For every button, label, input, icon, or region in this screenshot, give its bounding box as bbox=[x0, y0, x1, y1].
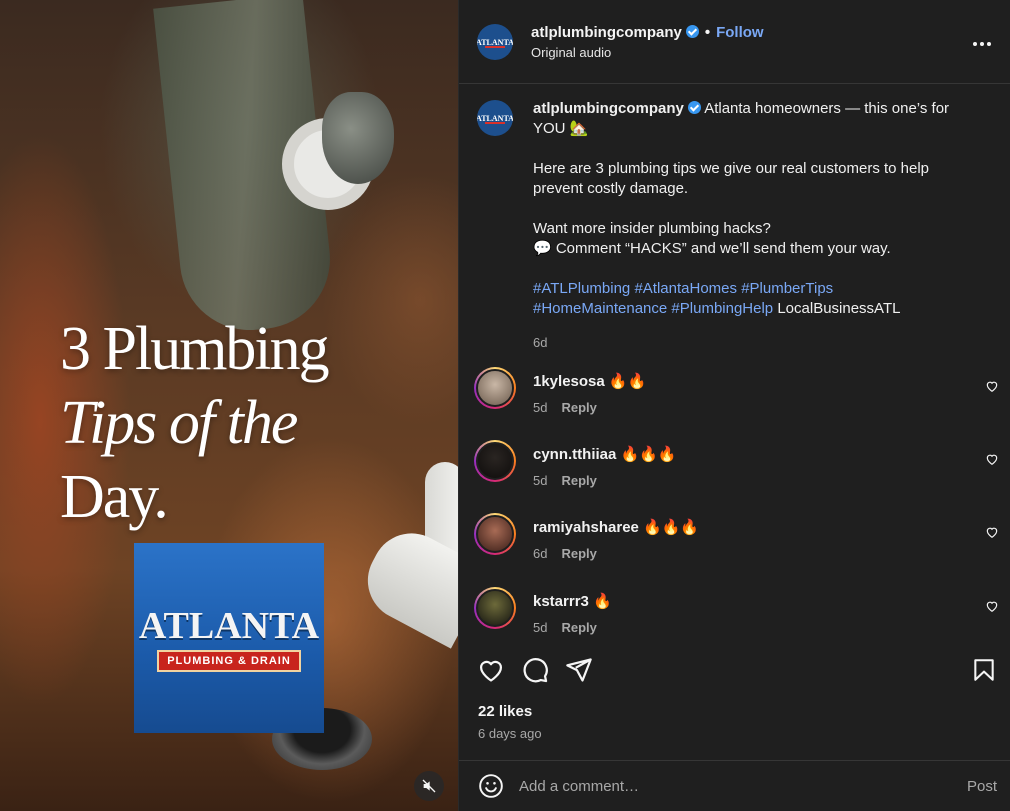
comment-username[interactable]: cynn.tthiiaa bbox=[533, 446, 616, 463]
caption-age[interactable]: 6d bbox=[533, 333, 983, 353]
muted-speaker-icon bbox=[422, 779, 436, 793]
post-caption: atlplumbingcompany Atlanta homeowners — … bbox=[533, 99, 983, 353]
comment-age: 5d bbox=[533, 473, 548, 488]
post-side-panel: ATLANTA atlplumbingcompany • Follow Origin… bbox=[458, 0, 1010, 811]
overlay-title-line: Tips of the bbox=[60, 389, 298, 457]
caption-text: Want more insider plumbing hacks? bbox=[533, 220, 771, 237]
caption-first-paragraph: atlplumbingcompany Atlanta homeowners — … bbox=[533, 99, 983, 139]
caption-text: 💬 Comment “HACKS” and we’ll send them yo… bbox=[533, 240, 891, 257]
caption-hashtags: #ATLPlumbing #AtlantaHomes #PlumberTips … bbox=[533, 279, 983, 319]
overlay-title-line: 3 Plumbing bbox=[60, 315, 330, 383]
avatar[interactable] bbox=[474, 367, 516, 409]
comment-text: 🔥🔥🔥 bbox=[620, 446, 677, 463]
caption-username[interactable]: atlplumbingcompany bbox=[533, 100, 684, 117]
comment-username[interactable]: 1kylesosa bbox=[533, 373, 605, 390]
avatar-image bbox=[476, 515, 514, 553]
comment-icon[interactable] bbox=[521, 656, 549, 684]
reply-button[interactable]: Reply bbox=[561, 546, 596, 561]
comment-composer: Post bbox=[459, 760, 1010, 811]
audio-label[interactable]: Original audio bbox=[531, 45, 611, 60]
comment-meta: 5d Reply bbox=[533, 400, 597, 415]
logo-brand-text: ATLANTA bbox=[138, 605, 320, 647]
reply-button[interactable]: Reply bbox=[561, 620, 596, 635]
verified-badge-icon bbox=[687, 101, 701, 114]
reply-button[interactable]: Reply bbox=[561, 473, 596, 488]
post-action-bar bbox=[459, 650, 1010, 690]
avatar-logo-bar bbox=[485, 46, 505, 48]
hashtag-link[interactable]: #AtlantaHomes bbox=[634, 280, 737, 297]
avatar-image bbox=[476, 442, 514, 480]
caption-plain-tag: LocalBusinessATL bbox=[777, 300, 901, 317]
bookmark-icon[interactable] bbox=[971, 656, 997, 684]
avatar[interactable] bbox=[474, 587, 516, 629]
heart-icon[interactable] bbox=[985, 452, 999, 466]
comment-age: 6d bbox=[533, 546, 548, 561]
heart-icon[interactable] bbox=[477, 656, 505, 684]
comment-item: kstarrr3 🔥 5d Reply bbox=[459, 587, 1010, 647]
avatar-image bbox=[476, 589, 514, 627]
comment-age: 5d bbox=[533, 620, 548, 635]
more-options-button[interactable] bbox=[973, 33, 995, 46]
post-header: ATLANTA atlplumbingcompany • Follow Origin… bbox=[459, 0, 1010, 84]
follow-button[interactable]: Follow bbox=[716, 24, 764, 41]
instagram-post-modal: 3 Plumbing Tips of the Day. ATLANTA PLUM… bbox=[0, 0, 1010, 811]
likes-count[interactable]: 22 likes bbox=[478, 703, 532, 720]
video-glove-shape bbox=[322, 92, 394, 184]
comment-line: ramiyahsharee 🔥🔥🔥 bbox=[533, 518, 699, 536]
hashtag-link[interactable]: #ATLPlumbing bbox=[533, 280, 630, 297]
post-button[interactable]: Post bbox=[967, 778, 997, 795]
heart-icon[interactable] bbox=[985, 599, 999, 613]
more-options-icon bbox=[987, 42, 991, 46]
verified-badge-icon bbox=[685, 25, 699, 38]
overlay-title-line: Day. bbox=[60, 463, 169, 531]
heart-icon[interactable] bbox=[985, 525, 999, 539]
hashtag-link[interactable]: #HomeMaintenance bbox=[533, 300, 667, 317]
heart-icon[interactable] bbox=[985, 379, 999, 393]
hashtag-link[interactable]: #PlumberTips bbox=[741, 280, 833, 297]
more-options-icon bbox=[980, 42, 984, 46]
comment-line: kstarrr3 🔥 bbox=[533, 592, 612, 610]
comment-username[interactable]: kstarrr3 bbox=[533, 593, 589, 610]
reply-button[interactable]: Reply bbox=[561, 400, 596, 415]
caption-text: Here are 3 plumbing tips we give our rea… bbox=[533, 160, 930, 197]
comment-item: cynn.tthiiaa 🔥🔥🔥 5d Reply bbox=[459, 440, 1010, 500]
comment-text: 🔥🔥 bbox=[608, 373, 647, 390]
comment-item: 1kylesosa 🔥🔥 5d Reply bbox=[459, 367, 1010, 427]
separator-dot: • bbox=[704, 24, 711, 41]
avatar[interactable] bbox=[474, 513, 516, 555]
avatar[interactable] bbox=[474, 440, 516, 482]
avatar[interactable]: ATLANTA bbox=[477, 24, 513, 60]
company-logo: ATLANTA PLUMBING & DRAIN bbox=[134, 543, 324, 733]
mute-button[interactable] bbox=[414, 771, 444, 801]
comment-line: 1kylesosa 🔥🔥 bbox=[533, 372, 646, 390]
logo-sub-text: PLUMBING & DRAIN bbox=[157, 650, 301, 672]
more-options-icon bbox=[973, 42, 977, 46]
share-icon[interactable] bbox=[565, 656, 593, 684]
emoji-icon[interactable] bbox=[478, 773, 504, 799]
comment-input[interactable] bbox=[519, 772, 939, 800]
post-date[interactable]: 6 days ago bbox=[478, 726, 542, 741]
avatar-image bbox=[476, 369, 514, 407]
comment-age: 5d bbox=[533, 400, 548, 415]
comment-meta: 6d Reply bbox=[533, 546, 597, 561]
video-overlay-title: 3 Plumbing Tips of the Day. bbox=[60, 312, 330, 534]
comment-text: 🔥🔥🔥 bbox=[643, 519, 700, 536]
comment-meta: 5d Reply bbox=[533, 620, 597, 635]
comment-username[interactable]: ramiyahsharee bbox=[533, 519, 639, 536]
comment-text: 🔥 bbox=[593, 593, 612, 610]
avatar[interactable]: ATLANTA bbox=[477, 100, 513, 136]
hashtag-link[interactable]: #PlumbingHelp bbox=[671, 300, 773, 317]
comment-item: ramiyahsharee 🔥🔥🔥 6d Reply bbox=[459, 513, 1010, 573]
post-video[interactable]: 3 Plumbing Tips of the Day. ATLANTA PLUM… bbox=[0, 0, 458, 811]
comment-meta: 5d Reply bbox=[533, 473, 597, 488]
header-user-line: atlplumbingcompany • Follow bbox=[531, 24, 764, 41]
comment-line: cynn.tthiiaa 🔥🔥🔥 bbox=[533, 445, 677, 463]
header-username[interactable]: atlplumbingcompany bbox=[531, 24, 682, 41]
avatar-logo-bar bbox=[485, 122, 505, 124]
caption-paragraph: Want more insider plumbing hacks? 💬 Comm… bbox=[533, 219, 983, 259]
